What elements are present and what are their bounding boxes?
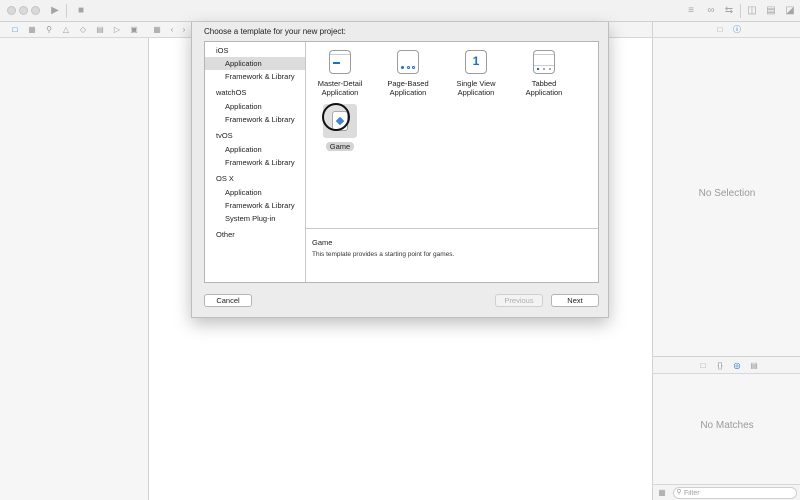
standard-editor-icon[interactable]: ≡	[684, 4, 698, 18]
category-other[interactable]: Other	[205, 228, 305, 241]
version-editor-icon[interactable]: ⇆	[722, 4, 736, 18]
library-filter-input[interactable]	[673, 487, 797, 499]
category-osx-application[interactable]: Application	[205, 186, 305, 199]
file-inspector-icon[interactable]: □	[715, 25, 725, 35]
sheet-title: Choose a template for your new project:	[204, 27, 346, 36]
category-osx-system-plugin[interactable]: System Plug-in	[205, 212, 305, 225]
master-detail-icon	[329, 50, 351, 74]
toolbar-divider	[740, 4, 741, 18]
category-osx-framework-library[interactable]: Framework & Library	[205, 199, 305, 212]
game-icon	[323, 104, 357, 138]
template-label: Tabbed Application	[525, 79, 563, 97]
run-icon[interactable]: ▶	[48, 4, 62, 18]
issue-navigator-icon[interactable]: △	[61, 25, 71, 35]
no-selection-label: No Selection	[698, 188, 756, 199]
category-ios[interactable]: iOS	[205, 44, 305, 57]
code-snippet-library-icon[interactable]: {}	[715, 361, 725, 371]
report-navigator-icon[interactable]: ▣	[129, 25, 139, 35]
category-watchos[interactable]: watchOS	[205, 86, 305, 99]
cancel-button[interactable]: Cancel	[204, 294, 252, 307]
related-items-icon[interactable]: ▦	[152, 25, 162, 35]
toggle-navigator-icon[interactable]: ◫	[745, 4, 759, 18]
stop-icon[interactable]: ■	[74, 4, 88, 18]
previous-button[interactable]: Previous	[495, 294, 543, 307]
category-osx[interactable]: OS X	[205, 172, 305, 185]
library-area: No Matches	[652, 374, 800, 484]
assistant-editor-icon[interactable]: ∞	[704, 4, 718, 18]
template-master-detail[interactable]: Master-Detail Application	[306, 50, 374, 97]
template-label: Master-Detail Application	[317, 79, 363, 97]
template-label: Single View Application	[456, 79, 496, 97]
toggle-utilities-icon[interactable]: ◪	[783, 4, 797, 18]
template-description: Game This template provides a starting p…	[306, 228, 598, 282]
minimize-window-button[interactable]	[19, 6, 28, 15]
category-ios-application[interactable]: Application	[205, 57, 305, 70]
file-template-library-icon[interactable]: □	[698, 361, 708, 371]
media-library-icon[interactable]: ▤	[749, 361, 759, 371]
platform-category-list: iOS Application Framework & Library watc…	[205, 42, 306, 282]
category-ios-framework-library[interactable]: Framework & Library	[205, 70, 305, 83]
category-tvos-framework-library[interactable]: Framework & Library	[205, 156, 305, 169]
toggle-debug-area-icon[interactable]: ▤	[764, 4, 778, 18]
navigator-selector-bar: □ ▦ ⚲ △ ◇ ▤ ▷ ▣	[0, 22, 149, 38]
category-watchos-framework-library[interactable]: Framework & Library	[205, 113, 305, 126]
no-matches-label: No Matches	[700, 420, 754, 431]
template-grid: Master-Detail Application Page-Based Appli…	[306, 42, 598, 228]
toolbar-divider	[66, 4, 67, 18]
template-single-view[interactable]: 1 Single View Application	[442, 50, 510, 97]
template-label: Page-Based Application	[387, 79, 429, 97]
template-tabbed[interactable]: Tabbed Application	[510, 50, 578, 97]
navigator-area	[0, 38, 149, 500]
breakpoint-navigator-icon[interactable]: ▷	[112, 25, 122, 35]
symbol-navigator-icon[interactable]: ▦	[27, 25, 37, 35]
forward-icon[interactable]: ›	[179, 25, 189, 35]
project-navigator-icon[interactable]: □	[10, 25, 20, 35]
close-window-button[interactable]	[7, 6, 16, 15]
inspector-area: No Selection	[652, 38, 800, 356]
category-watchos-application[interactable]: Application	[205, 100, 305, 113]
template-chooser-sheet: Choose a template for your new project: …	[191, 22, 609, 318]
filter-icon: ⚲	[676, 489, 682, 496]
debug-navigator-icon[interactable]: ▤	[95, 25, 105, 35]
category-tvos-application[interactable]: Application	[205, 143, 305, 156]
find-navigator-icon[interactable]: ⚲	[44, 25, 54, 35]
template-panel: iOS Application Framework & Library watc…	[204, 41, 599, 283]
zoom-window-button[interactable]	[31, 6, 40, 15]
description-text: This template provides a starting point …	[312, 251, 455, 258]
quick-help-icon[interactable]: ⓘ	[732, 25, 742, 35]
library-selector-bar: □ {} ◎ ▤	[652, 356, 800, 374]
tabbed-icon	[533, 50, 555, 74]
page-based-icon	[397, 50, 419, 74]
template-game[interactable]: Game	[306, 104, 374, 151]
library-filter-bar: ▦ ⚲	[652, 484, 800, 500]
grid-view-icon[interactable]: ▦	[657, 488, 667, 498]
test-navigator-icon[interactable]: ◇	[78, 25, 88, 35]
next-button[interactable]: Next	[551, 294, 599, 307]
description-title: Game	[312, 238, 333, 247]
category-tvos[interactable]: tvOS	[205, 129, 305, 142]
back-icon[interactable]: ‹	[167, 25, 177, 35]
template-label: Game	[325, 142, 355, 151]
inspector-selector-bar: □ ⓘ	[652, 22, 800, 38]
template-page-based[interactable]: Page-Based Application	[374, 50, 442, 97]
single-view-icon: 1	[465, 50, 487, 74]
window-toolbar: ▶ ■ ≡ ∞ ⇆ ◫ ▤ ◪	[0, 0, 800, 22]
object-library-icon[interactable]: ◎	[732, 361, 742, 371]
